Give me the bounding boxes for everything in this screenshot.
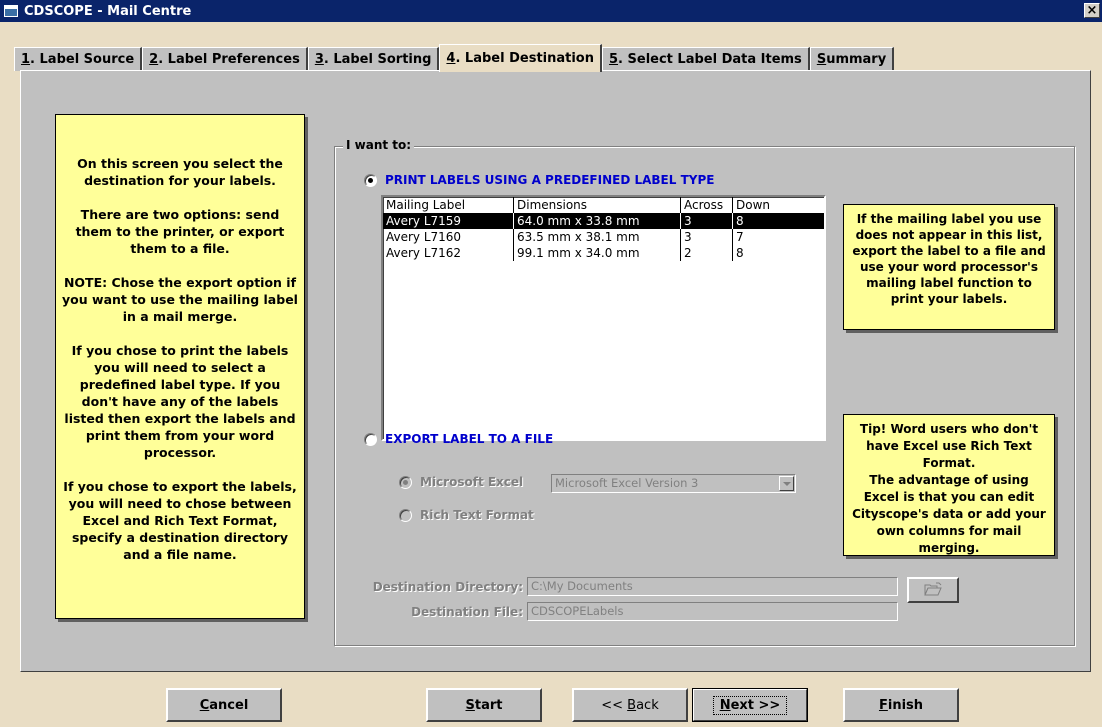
cell: Avery L7162 bbox=[383, 245, 514, 261]
browse-folder-button[interactable] bbox=[907, 577, 959, 603]
tab-summary[interactable]: Summary bbox=[809, 47, 895, 71]
tab-label-source[interactable]: 1. Label Source bbox=[14, 47, 143, 71]
excel-version-value: Microsoft Excel Version 3 bbox=[555, 476, 699, 490]
finish-button[interactable]: Finish bbox=[843, 688, 959, 722]
cell: 8 bbox=[736, 214, 744, 228]
column-header: Mailing Label bbox=[383, 197, 514, 213]
close-button[interactable]: × bbox=[1084, 3, 1100, 18]
folder-open-icon bbox=[924, 582, 942, 599]
cell: Avery L7159 bbox=[383, 213, 514, 229]
export-option[interactable]: EXPORT LABEL TO A FILE bbox=[364, 432, 553, 446]
export-option-label: EXPORT LABEL TO A FILE bbox=[385, 432, 554, 446]
list-item[interactable]: Avery L7162 99.1 mm x 34.0 mm 2 8 bbox=[383, 245, 824, 261]
export-radio[interactable] bbox=[364, 432, 377, 446]
help-paragraph: If you chose to print the labels you wil… bbox=[64, 343, 296, 460]
cell: 64.0 mm x 33.8 mm bbox=[514, 213, 681, 229]
rtf-option-label: Rich Text Format bbox=[420, 508, 534, 522]
tab-select-label-data-items[interactable]: 5. Select Label Data Items bbox=[602, 47, 810, 71]
tab-label-sorting[interactable]: 3. Label Sorting bbox=[307, 47, 440, 71]
destination-directory-label: Destination Directory: bbox=[372, 580, 523, 594]
column-header: Across bbox=[681, 197, 733, 213]
tab-strip: 1. Label Source 2. Label Preferences 3. … bbox=[14, 44, 895, 72]
column-header: Down bbox=[736, 198, 771, 212]
group-legend: I want to: bbox=[343, 138, 415, 152]
cell: 8 bbox=[736, 246, 744, 260]
cell: 3 bbox=[681, 229, 733, 245]
destination-file-label: Destination File: bbox=[411, 605, 523, 619]
column-header: Dimensions bbox=[514, 197, 681, 213]
print-option-label: PRINT LABELS USING A PREDEFINED LABEL TY… bbox=[385, 173, 715, 187]
help-paragraph: If you chose to export the labels, you w… bbox=[63, 479, 297, 562]
tab-label-destination[interactable]: 4. Label Destination bbox=[439, 44, 602, 72]
tip-mailing-label: If the mailing label you use does not ap… bbox=[843, 204, 1055, 330]
cell: 99.1 mm x 34.0 mm bbox=[514, 245, 681, 261]
label-type-list[interactable]: Mailing Label Dimensions Across Down Ave… bbox=[381, 195, 826, 441]
help-paragraph: There are two options: send them to the … bbox=[75, 207, 285, 256]
start-button[interactable]: Start bbox=[426, 688, 542, 722]
cell: 3 bbox=[681, 213, 733, 229]
excel-version-select[interactable]: Microsoft Excel Version 3 bbox=[551, 474, 796, 493]
destination-directory-field[interactable]: C:\My Documents bbox=[527, 577, 898, 596]
tab-label-preferences[interactable]: 2. Label Preferences bbox=[142, 47, 308, 71]
title-bar: CDSCOPE - Mail Centre × bbox=[0, 0, 1102, 22]
tip-word-users: Tip! Word users who don't have Excel use… bbox=[843, 414, 1055, 556]
help-paragraph: On this screen you select the destinatio… bbox=[77, 156, 283, 188]
excel-option-label: Microsoft Excel bbox=[420, 475, 524, 489]
excel-option[interactable]: Microsoft Excel bbox=[399, 475, 523, 489]
form-icon bbox=[4, 5, 18, 17]
cell: 7 bbox=[736, 230, 744, 244]
destination-file-field[interactable]: CDSCOPELabels bbox=[527, 602, 898, 621]
cancel-button[interactable]: Cancel bbox=[166, 688, 282, 722]
rtf-radio[interactable] bbox=[399, 508, 412, 522]
excel-radio[interactable] bbox=[399, 475, 412, 489]
help-note: On this screen you select the destinatio… bbox=[55, 114, 305, 619]
cell: Avery L7160 bbox=[383, 229, 514, 245]
list-header: Mailing Label Dimensions Across Down bbox=[383, 197, 824, 213]
cell: 2 bbox=[681, 245, 733, 261]
print-radio[interactable] bbox=[364, 173, 377, 187]
list-item[interactable]: Avery L7159 64.0 mm x 33.8 mm 3 8 bbox=[383, 213, 824, 229]
dropdown-arrow-icon[interactable] bbox=[779, 476, 794, 491]
back-button[interactable]: << Back bbox=[572, 688, 688, 722]
cell: 63.5 mm x 38.1 mm bbox=[514, 229, 681, 245]
rtf-option[interactable]: Rich Text Format bbox=[399, 508, 534, 522]
list-item[interactable]: Avery L7160 63.5 mm x 38.1 mm 3 7 bbox=[383, 229, 824, 245]
print-option[interactable]: PRINT LABELS USING A PREDEFINED LABEL TY… bbox=[364, 173, 714, 187]
help-paragraph: NOTE: Chose the export option if you wan… bbox=[62, 275, 298, 324]
next-button[interactable]: Next >> bbox=[692, 688, 808, 722]
window-title: CDSCOPE - Mail Centre bbox=[24, 3, 192, 19]
